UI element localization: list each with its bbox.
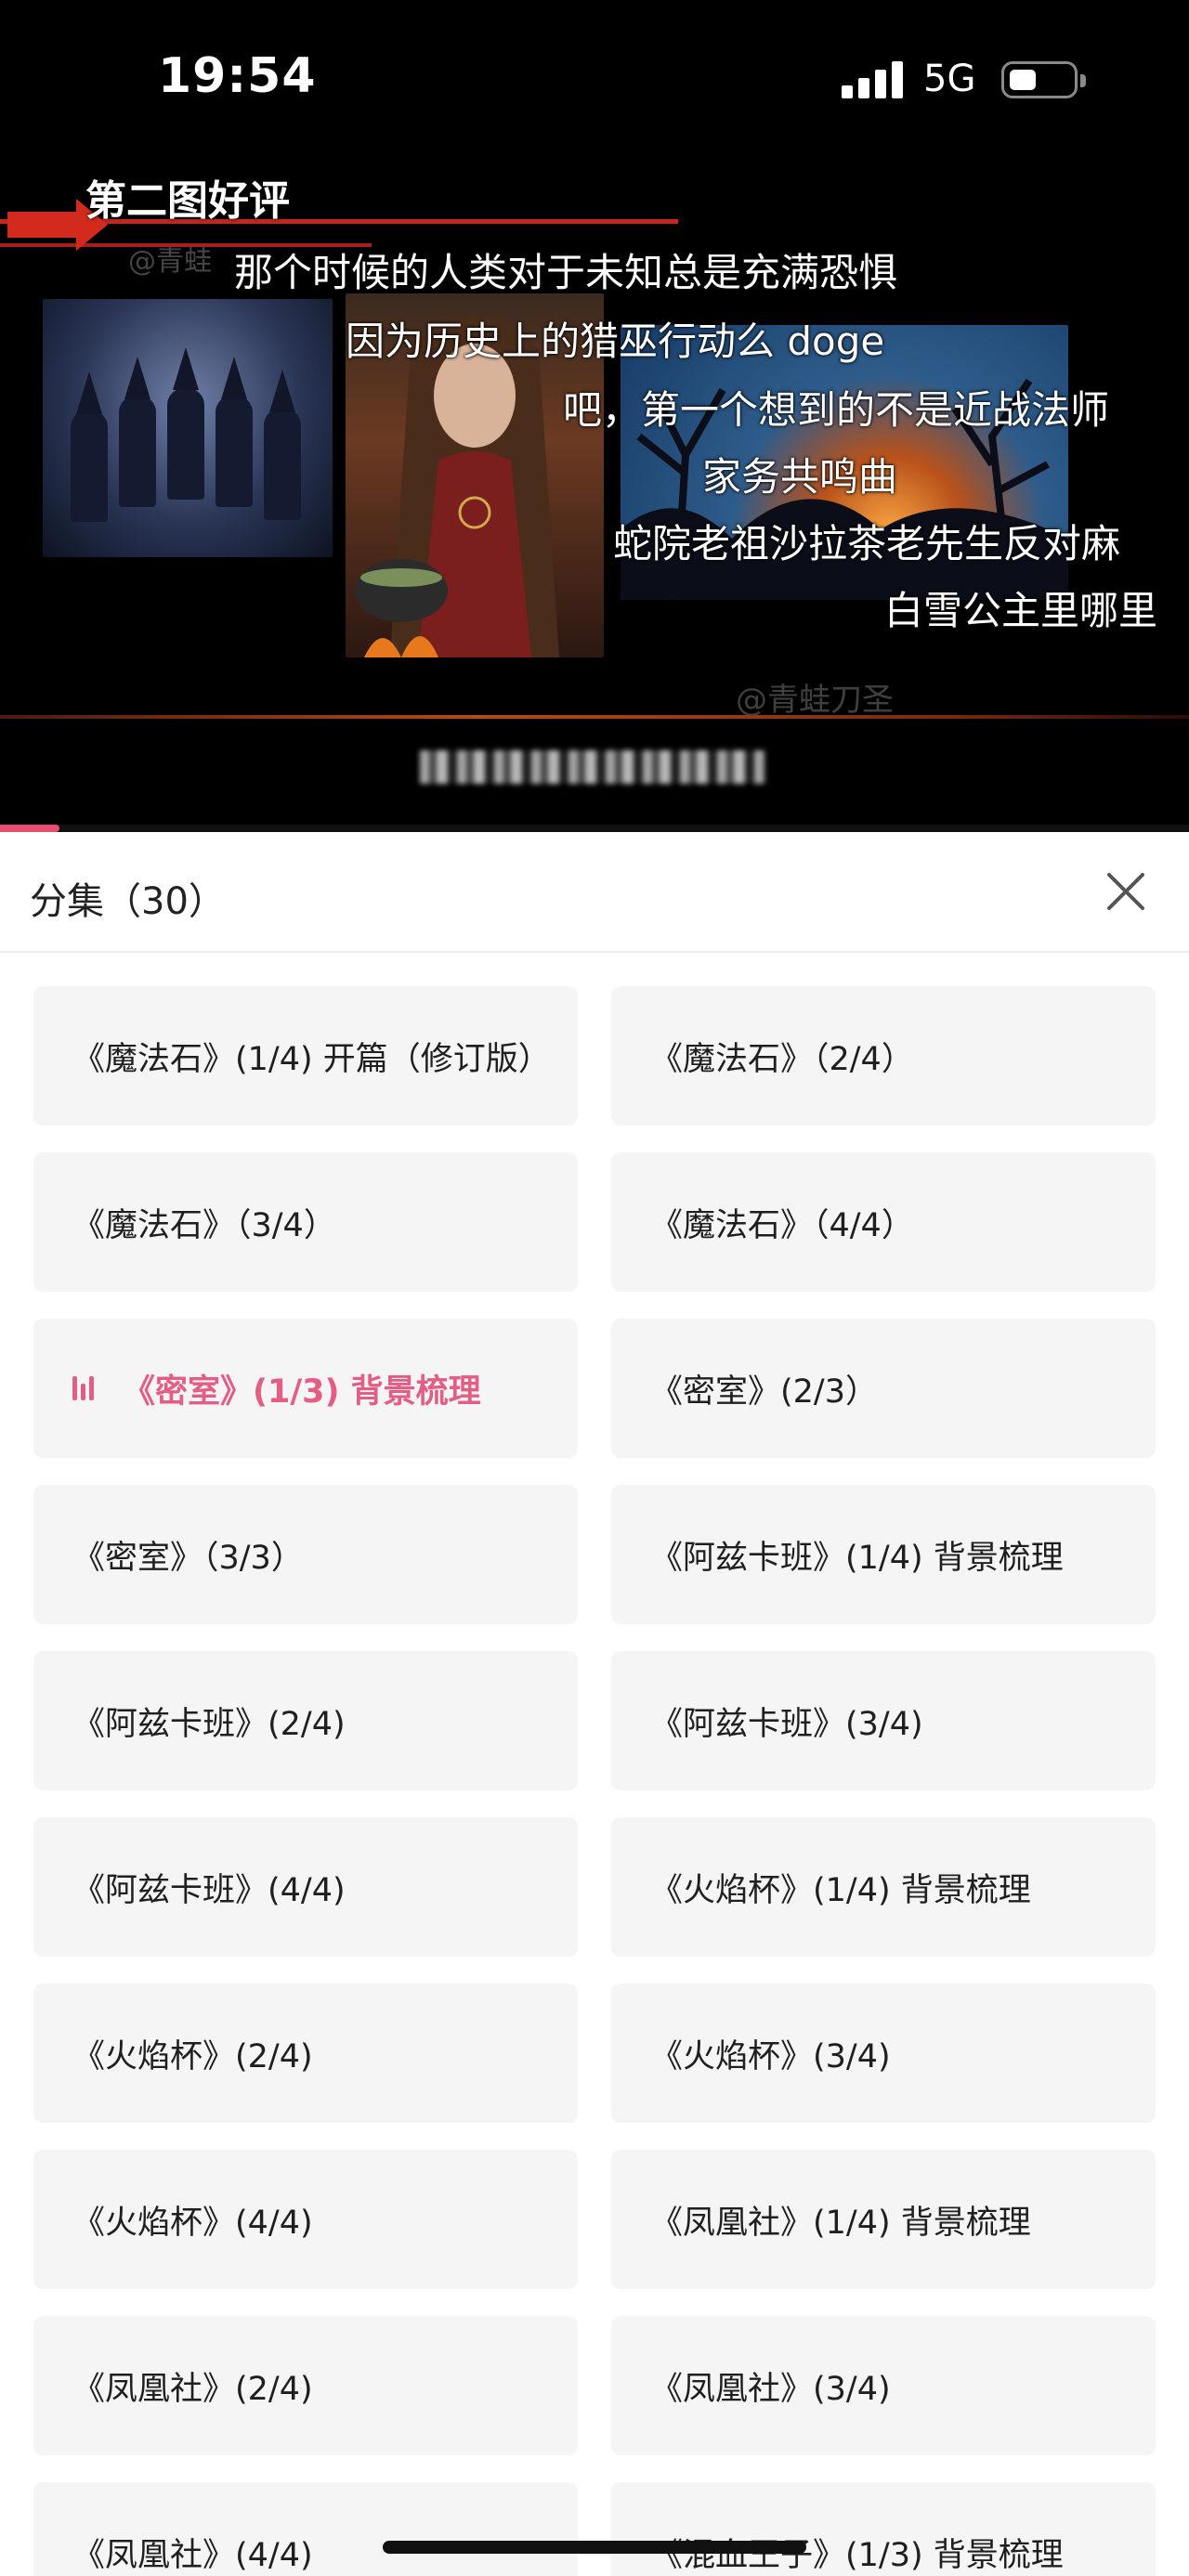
episode-label: 《阿兹卡班》(2/4) bbox=[72, 1705, 346, 1743]
episode-label: 《凤凰社》(3/4) bbox=[650, 2370, 891, 2408]
episode-label: 《密室》（3/3） bbox=[72, 1539, 304, 1577]
episode-label: 《阿兹卡班》(1/4) 背景梳理 bbox=[650, 1539, 1064, 1577]
status-bar: 19:54 5G bbox=[0, 0, 1189, 149]
episode-item[interactable]: 《火焰杯》(2/4) bbox=[33, 1984, 578, 2123]
witches-image bbox=[43, 299, 333, 557]
episode-label: 《密室》(2/3） bbox=[650, 1373, 878, 1411]
close-icon[interactable] bbox=[1102, 867, 1150, 916]
episode-item[interactable]: 《凤凰社》(2/4) bbox=[33, 2316, 578, 2455]
panel-header: 分集（30） bbox=[0, 832, 1189, 953]
episode-label: 《阿兹卡班》(3/4) bbox=[650, 1705, 923, 1743]
episode-label: 《凤凰社》(2/4) bbox=[72, 2370, 313, 2408]
episode-label: 《阿兹卡班》(4/4) bbox=[72, 1871, 346, 1909]
danmaku-line: 蛇院老祖沙拉茶老先生反对麻 bbox=[613, 521, 1121, 566]
episode-item[interactable]: 《阿兹卡班》(2/4) bbox=[33, 1651, 578, 1790]
video-player[interactable]: 19:54 5G 第二图好评 @青蛙 那个时候的人类对于未知总是充满恐惧 因为历… bbox=[0, 0, 1189, 832]
episode-label: 《魔法石》(1/4) 开篇（修订版） bbox=[72, 1040, 551, 1078]
episode-item[interactable]: 《混血王子》(1/3) 背景梳理 bbox=[611, 2482, 1156, 2576]
danmaku-line: 因为历史上的猎巫行动么 doge bbox=[346, 319, 885, 364]
now-playing-icon bbox=[72, 1376, 100, 1400]
home-indicator[interactable] bbox=[383, 2541, 806, 2554]
episode-label: 《魔法石》（4/4） bbox=[650, 1206, 914, 1244]
network-label: 5G bbox=[923, 58, 976, 100]
danmaku-line: 吧，第一个想到的不是近战法师 bbox=[563, 387, 1110, 433]
episode-label: 《火焰杯》(4/4) bbox=[72, 2204, 313, 2242]
episode-label: 《凤凰社》(1/4) 背景梳理 bbox=[650, 2204, 1031, 2242]
episode-label: 《凤凰社》(4/4) bbox=[72, 2536, 313, 2574]
episode-label: 《魔法石》（3/4） bbox=[72, 1206, 336, 1244]
episode-item[interactable]: 《阿兹卡班》(1/4) 背景梳理 bbox=[611, 1485, 1156, 1624]
decorative-line bbox=[0, 715, 1189, 719]
episode-item[interactable]: 《阿兹卡班》(4/4) bbox=[33, 1817, 578, 1957]
episode-label: 《火焰杯》(2/4) bbox=[72, 2037, 313, 2075]
episode-item[interactable]: 《魔法石》(1/4) 开篇（修订版） bbox=[33, 986, 578, 1125]
danmaku-line: 白雪公主里哪里 bbox=[884, 588, 1158, 633]
signal-icon bbox=[842, 59, 905, 98]
episode-label: 《密室》(1/3) 背景梳理 bbox=[123, 1373, 481, 1411]
status-time: 19:54 bbox=[158, 48, 317, 104]
episode-panel: 分集（30） 《魔法石》(1/4) 开篇（修订版） 《魔法石》（2/4） 《魔法石》… bbox=[0, 832, 1189, 2576]
episode-item[interactable]: 《凤凰社》(1/4) 背景梳理 bbox=[611, 2150, 1156, 2289]
panel-title: 分集（30） bbox=[30, 880, 226, 923]
episode-item[interactable]: 《魔法石》（2/4） bbox=[611, 986, 1156, 1125]
battery-icon bbox=[1001, 61, 1086, 98]
episode-label: 《火焰杯》(3/4) bbox=[650, 2037, 891, 2075]
episode-item[interactable]: 《火焰杯》(3/4) bbox=[611, 1984, 1156, 2123]
danmaku-line: 家务共鸣曲 bbox=[702, 454, 898, 500]
episode-item[interactable]: 《阿兹卡班》(3/4) bbox=[611, 1651, 1156, 1790]
progress-bar[interactable] bbox=[0, 825, 1189, 832]
episode-label: 《火焰杯》(1/4) 背景梳理 bbox=[650, 1871, 1031, 1909]
progress-fill bbox=[0, 825, 59, 832]
danmaku-line: 那个时候的人类对于未知总是充满恐惧 bbox=[234, 250, 898, 295]
episode-item[interactable]: 《密室》(1/3) 背景梳理 bbox=[33, 1319, 578, 1458]
episode-caption: 第二图好评 bbox=[85, 177, 290, 225]
episode-item[interactable]: 《密室》（3/3） bbox=[33, 1485, 578, 1624]
episode-label: 《魔法石》（2/4） bbox=[650, 1040, 914, 1078]
blurred-caption bbox=[420, 750, 765, 784]
episode-item[interactable]: 《魔法石》（3/4） bbox=[33, 1152, 578, 1292]
episode-item[interactable]: 《凤凰社》(4/4) bbox=[33, 2482, 578, 2576]
watermark: @青蛙 bbox=[128, 245, 212, 278]
episode-item[interactable]: 《火焰杯》(4/4) bbox=[33, 2150, 578, 2289]
watermark: @青蛙刀圣 bbox=[736, 682, 894, 719]
episode-item[interactable]: 《火焰杯》(1/4) 背景梳理 bbox=[611, 1817, 1156, 1957]
episode-item[interactable]: 《密室》(2/3） bbox=[611, 1319, 1156, 1458]
episode-item[interactable]: 《魔法石》（4/4） bbox=[611, 1152, 1156, 1292]
episode-item[interactable]: 《凤凰社》(3/4) bbox=[611, 2316, 1156, 2455]
